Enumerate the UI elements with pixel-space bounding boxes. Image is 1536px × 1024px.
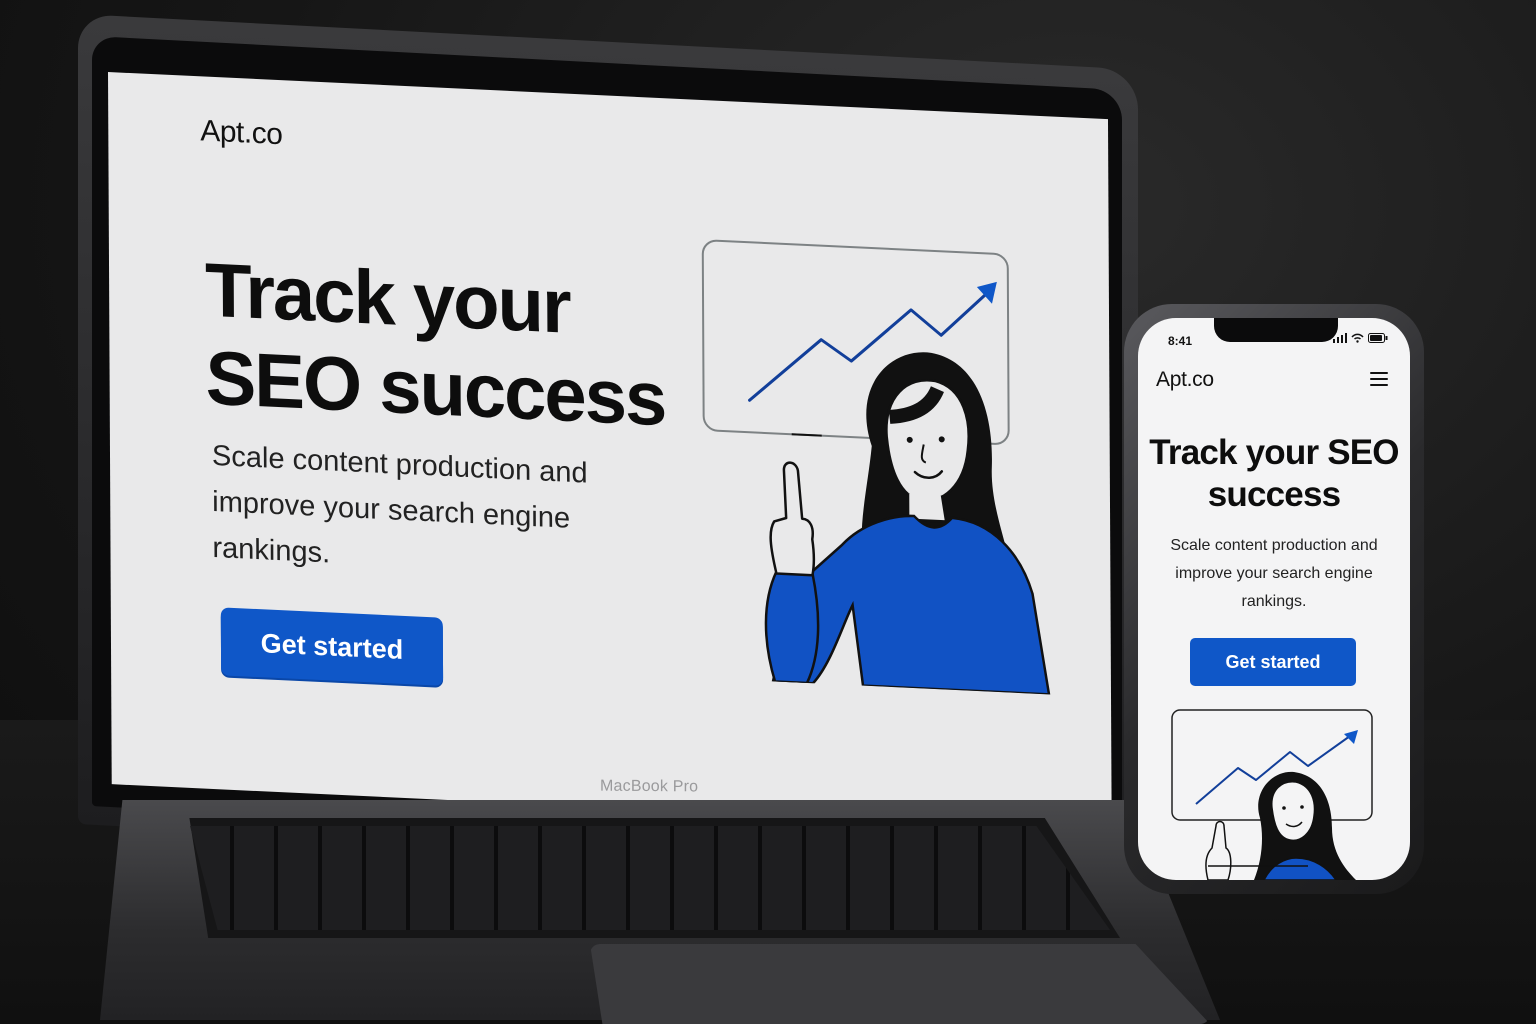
laptop-screen: Apt.co Track your SEO success Scale cont…	[108, 72, 1112, 832]
site-logo[interactable]: Apt.co	[200, 114, 282, 152]
mobile-get-started-button[interactable]: Get started	[1190, 638, 1356, 686]
hamburger-menu-icon[interactable]	[1370, 372, 1388, 386]
get-started-button[interactable]: Get started	[220, 607, 444, 686]
trackpad[interactable]	[590, 944, 1210, 1024]
keyboard-keys[interactable]	[190, 826, 1110, 930]
hero-subtitle: Scale content production and improve you…	[211, 439, 588, 570]
scene: Apt.co Track your SEO success Scale cont…	[0, 0, 1536, 1024]
mobile-hero-illustration	[1171, 709, 1373, 880]
mobile-hero-subtitle: Scale content production and improve you…	[1170, 537, 1378, 610]
battery-icon	[1368, 333, 1388, 343]
phone-notch	[1214, 318, 1338, 342]
laptop-brand-label: MacBook Pro	[600, 777, 699, 796]
mobile-hero-headline: Track your SEO success	[1149, 433, 1399, 514]
signal-icon	[1333, 333, 1347, 343]
hero-headline: Track your SEO success	[204, 247, 666, 443]
woman-arm	[764, 570, 820, 685]
pointing-hand	[769, 461, 816, 577]
mobile-site-logo[interactable]: Apt.co	[1156, 368, 1214, 392]
phone-screen: 8:41 Apt.co Track your SEO success Scale…	[1138, 318, 1410, 880]
status-icons	[1333, 333, 1388, 343]
mobile-trend-arrow-icon	[1344, 730, 1358, 744]
status-time: 8:41	[1168, 334, 1193, 348]
hero-illustration	[701, 239, 1051, 695]
wifi-icon	[1351, 333, 1364, 343]
